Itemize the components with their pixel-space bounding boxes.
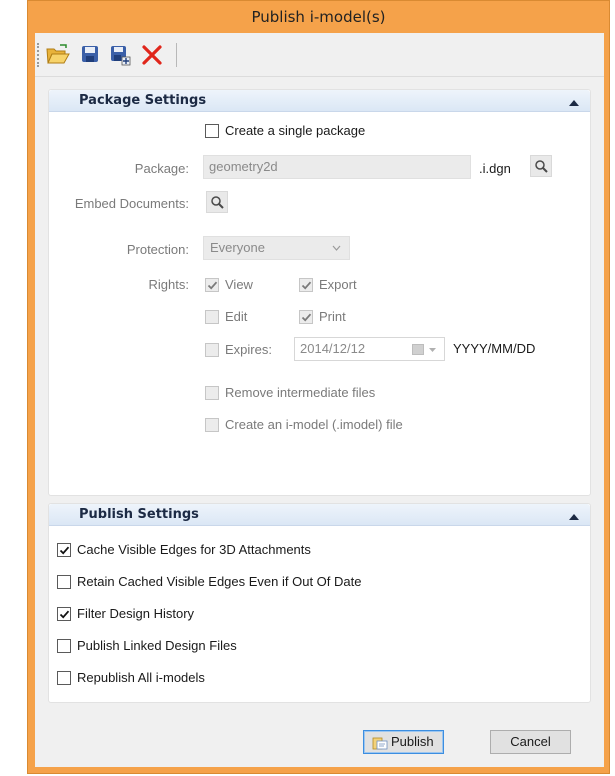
toolbar <box>35 33 604 77</box>
toolbar-grip <box>37 43 40 67</box>
save-as-icon[interactable] <box>109 44 131 66</box>
rights-view-label: View <box>225 277 253 292</box>
rights-edit-label: Edit <box>225 309 248 324</box>
open-folder-icon[interactable] <box>46 44 70 66</box>
expires-checkbox[interactable] <box>205 343 219 357</box>
package-settings-panel: Package Settings Create a single package… <box>48 89 591 496</box>
calendar-icon <box>412 344 424 355</box>
package-suffix: .i.dgn <box>479 161 511 176</box>
embed-documents-label: Embed Documents: <box>74 196 189 211</box>
rights-export-checkbox[interactable] <box>299 278 313 292</box>
publish-linked-files-checkbox[interactable] <box>57 639 71 653</box>
cache-visible-edges-label: Cache Visible Edges for 3D Attachments <box>77 542 311 557</box>
protection-dropdown[interactable]: Everyone <box>203 236 350 260</box>
save-icon[interactable] <box>80 44 102 66</box>
create-imodel-checkbox[interactable] <box>205 418 219 432</box>
delete-icon[interactable] <box>141 44 163 66</box>
date-format-hint: YYYY/MM/DD <box>453 341 536 356</box>
collapse-icon[interactable] <box>568 510 580 520</box>
rights-print-label: Print <box>319 309 346 324</box>
filter-design-history-label: Filter Design History <box>77 606 195 621</box>
publish-icon <box>372 737 388 750</box>
dialog-client-area: Package Settings Create a single package… <box>35 33 604 767</box>
rights-export-label: Export <box>319 277 357 292</box>
rights-edit-checkbox[interactable] <box>205 310 219 324</box>
create-imodel-label: Create an i-model (.imodel) file <box>225 417 403 432</box>
package-settings-header[interactable]: Package Settings <box>49 90 590 112</box>
remove-intermediate-checkbox[interactable] <box>205 386 219 400</box>
window-title: Publish i-model(s) <box>251 8 386 26</box>
package-settings-title: Package Settings <box>79 93 207 108</box>
cache-visible-edges-checkbox[interactable] <box>57 543 71 557</box>
protection-label: Protection: <box>126 242 189 257</box>
rights-print-checkbox[interactable] <box>299 310 313 324</box>
chevron-down-icon <box>429 348 436 352</box>
expires-date-picker[interactable]: 2014/12/12 <box>294 337 445 361</box>
expires-label: Expires: <box>225 342 272 357</box>
publish-settings-panel: Publish Settings Cache Visible Edges for… <box>48 503 591 703</box>
publish-button[interactable]: Publish <box>363 730 444 754</box>
publish-linked-files-label: Publish Linked Design Files <box>77 638 237 653</box>
retain-cached-edges-label: Retain Cached Visible Edges Even if Out … <box>77 574 362 589</box>
expires-date-value: 2014/12/12 <box>300 341 366 356</box>
republish-all-label: Republish All i-models <box>77 670 205 685</box>
republish-all-checkbox[interactable] <box>57 671 71 685</box>
rights-view-checkbox[interactable] <box>205 278 219 292</box>
protection-value: Everyone <box>210 240 265 255</box>
publish-button-label: Publish <box>391 734 434 749</box>
publish-settings-title: Publish Settings <box>79 507 199 522</box>
filter-design-history-checkbox[interactable] <box>57 607 71 621</box>
single-package-label: Create a single package <box>225 123 366 138</box>
package-browse-button[interactable] <box>530 155 552 177</box>
magnifier-icon <box>211 196 224 209</box>
package-name-input[interactable]: geometry2d <box>203 155 471 179</box>
embed-documents-button[interactable] <box>206 191 228 213</box>
toolbar-separator <box>176 43 177 67</box>
rights-label: Rights: <box>148 277 189 292</box>
chevron-down-icon <box>332 245 341 251</box>
single-package-checkbox[interactable] <box>205 124 219 138</box>
publish-dialog-window: Publish i-model(s) Package Settings Crea… <box>27 0 610 774</box>
cancel-button[interactable]: Cancel <box>490 730 571 754</box>
magnifier-icon <box>535 160 548 173</box>
collapse-icon[interactable] <box>568 96 580 106</box>
remove-intermediate-label: Remove intermediate files <box>225 385 376 400</box>
publish-settings-header[interactable]: Publish Settings <box>49 504 590 526</box>
package-label: Package: <box>134 161 189 176</box>
retain-cached-edges-checkbox[interactable] <box>57 575 71 589</box>
